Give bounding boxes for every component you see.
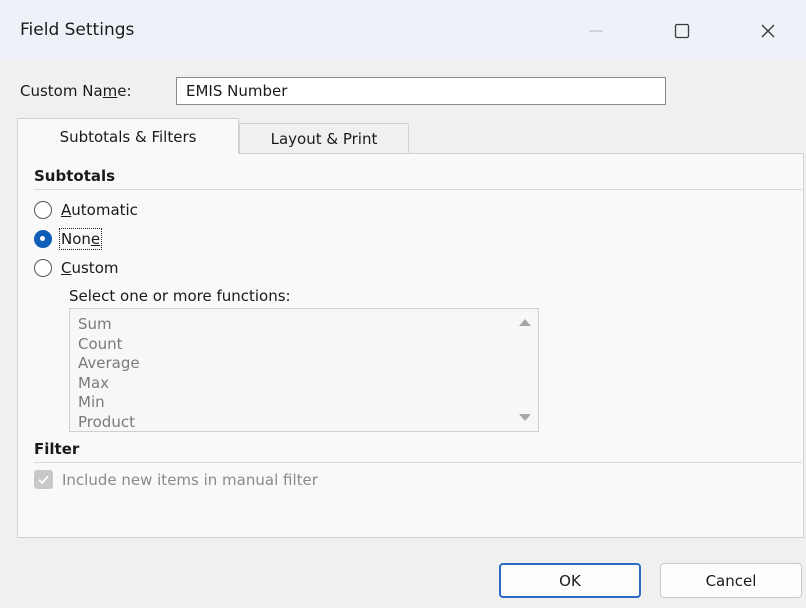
tab-layout-print[interactable]: Layout & Print: [239, 123, 409, 153]
filter-heading: Filter: [34, 440, 80, 458]
radio-none-indicator[interactable]: [34, 230, 52, 248]
maximize-button[interactable]: [652, 8, 712, 54]
filter-divider: [34, 462, 802, 463]
radio-automatic-label: Automatic: [61, 201, 138, 219]
list-item[interactable]: Product: [70, 413, 140, 432]
tab-subtotals-filters[interactable]: Subtotals & Filters: [17, 118, 239, 154]
radio-automatic[interactable]: Automatic: [34, 201, 138, 219]
window-title: Field Settings: [20, 20, 135, 40]
minimize-icon: [589, 30, 603, 32]
maximize-icon: [674, 23, 690, 39]
list-item[interactable]: Average: [70, 354, 140, 374]
radio-custom-indicator[interactable]: [34, 259, 52, 277]
radio-custom-label: Custom: [61, 259, 119, 277]
checkmark-icon: [38, 475, 49, 485]
close-icon: [761, 24, 775, 38]
custom-name-input[interactable]: [176, 77, 666, 105]
radio-none[interactable]: None: [34, 228, 103, 250]
functions-listbox[interactable]: Sum Count Average Max Min Product: [69, 308, 539, 432]
list-item[interactable]: Count: [70, 335, 140, 355]
custom-name-label: Custom Name:: [20, 82, 132, 100]
subtotals-divider: [34, 189, 802, 190]
list-item[interactable]: Max: [70, 374, 140, 394]
checkbox-indicator[interactable]: [34, 470, 53, 489]
radio-none-label: None: [58, 228, 103, 250]
scroll-up-arrow-icon[interactable]: [519, 319, 531, 326]
include-new-items-label: Include new items in manual filter: [62, 470, 318, 489]
list-item[interactable]: Min: [70, 393, 140, 413]
minimize-button[interactable]: [566, 8, 626, 54]
scroll-down-arrow-icon[interactable]: [519, 414, 531, 421]
ok-button[interactable]: OK: [499, 563, 641, 598]
radio-automatic-indicator[interactable]: [34, 201, 52, 219]
radio-custom[interactable]: Custom: [34, 259, 118, 277]
list-item[interactable]: Sum: [70, 315, 140, 335]
close-button[interactable]: [738, 8, 798, 54]
functions-label: Select one or more functions:: [69, 287, 291, 305]
title-bar[interactable]: Field Settings: [0, 0, 806, 60]
functions-scrollbar[interactable]: [512, 309, 538, 431]
cancel-button[interactable]: Cancel: [660, 563, 802, 598]
subtotals-heading: Subtotals: [34, 167, 116, 185]
include-new-items-checkbox[interactable]: Include new items in manual filter: [34, 470, 318, 489]
